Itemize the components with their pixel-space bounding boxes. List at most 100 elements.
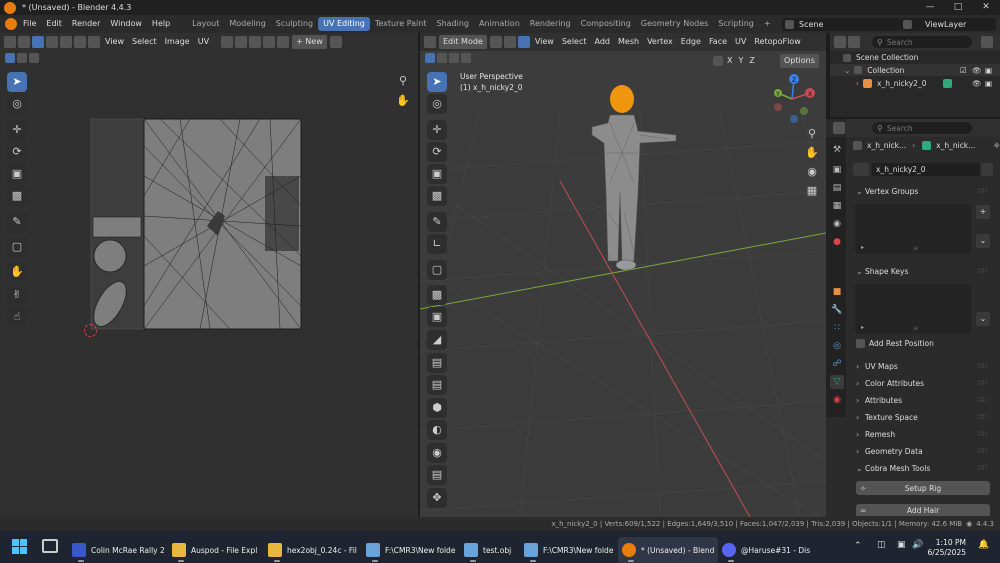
zoom-icon[interactable]: ⚲ xyxy=(393,71,413,91)
tray-chevron-icon[interactable]: ⌃ xyxy=(854,541,862,551)
menu-file[interactable]: File xyxy=(18,15,41,33)
taskbar-app-notepad-1[interactable]: F:\CMR3\New folde xyxy=(362,537,459,563)
object-row[interactable]: › x_h_nicky2_0 👁 ▣ xyxy=(830,77,1000,89)
mesh-data-icon[interactable] xyxy=(943,78,952,88)
tab-compositing[interactable]: Compositing xyxy=(576,17,636,31)
axis-y-toggle[interactable]: Y xyxy=(735,54,746,68)
vp-move-tool[interactable]: ✛ xyxy=(427,120,447,140)
pinch-tool[interactable]: ☝ xyxy=(7,307,27,327)
relax-tool[interactable]: ✌ xyxy=(7,285,27,305)
vp-vertex-mode-icon[interactable] xyxy=(425,53,435,63)
menu-help[interactable]: Help xyxy=(147,15,175,33)
vp-zoom-icon[interactable]: ⚲ xyxy=(802,124,822,144)
snap-icon[interactable] xyxy=(235,36,248,48)
attributes-grip-icon[interactable]: ∷∷ xyxy=(978,396,987,404)
blender-menu-icon[interactable] xyxy=(5,18,17,30)
cursor-tool[interactable]: ◎ xyxy=(7,94,27,114)
remesh-panel-header[interactable]: › Remesh ∷∷ xyxy=(852,426,992,442)
add-workspace-button[interactable]: + xyxy=(759,17,776,31)
viewport-editor-type-icon[interactable] xyxy=(424,36,436,48)
vp-scale-tool[interactable]: ▣ xyxy=(427,164,447,184)
task-view-icon[interactable] xyxy=(42,539,58,553)
vp-rotate-tool[interactable]: ⟳ xyxy=(427,142,447,162)
tab-layout[interactable]: Layout xyxy=(187,17,224,31)
outliner-search-field[interactable]: ⚲ Search xyxy=(872,36,972,48)
usb-icon[interactable]: ◫ xyxy=(877,540,886,550)
uv-edge-mode-icon[interactable] xyxy=(17,53,27,63)
minimize-icon[interactable]: — xyxy=(916,0,944,15)
setup-rig-button[interactable]: ✧ Setup Rig xyxy=(856,481,990,495)
tab-texture-paint[interactable]: Texture Paint xyxy=(370,17,432,31)
uv-editor-canvas[interactable]: ➤ ◎ ✛ ⟳ ▣ ▩ ✎ ▢ ✋ ✌ ☝ ⚲ ✋ xyxy=(0,51,418,517)
properties-search-field[interactable]: ⚲ Search xyxy=(872,122,972,134)
uv-menu-image[interactable]: Image xyxy=(161,35,194,49)
modifiers-tab-icon[interactable]: 🔧 xyxy=(830,303,844,317)
fake-user-icon[interactable] xyxy=(981,163,993,176)
vp-menu-uv[interactable]: UV xyxy=(731,35,750,49)
uv-maps-grip-icon[interactable]: ∷∷ xyxy=(978,362,987,370)
vp-extra-mode-icon[interactable] xyxy=(461,53,471,63)
shape-keys-expand-icon[interactable]: ▸ xyxy=(861,324,864,331)
vp-menu-add[interactable]: Add xyxy=(591,35,615,49)
proportional-icon[interactable] xyxy=(249,36,262,48)
face-select-mode-icon[interactable] xyxy=(517,36,530,48)
menu-edit[interactable]: Edit xyxy=(41,15,67,33)
image-browse-icon[interactable] xyxy=(277,36,290,48)
constraints-tab-icon[interactable]: ☍ xyxy=(830,357,844,371)
shape-keys-grip-icon[interactable]: ∷∷ xyxy=(978,267,987,275)
taskbar-app-discord[interactable]: @Haruse#31 - Dis xyxy=(718,537,814,563)
properties-editor-type-icon[interactable] xyxy=(833,122,845,134)
rip-tool[interactable]: ▢ xyxy=(7,237,27,257)
geometry-data-panel-header[interactable]: › Geometry Data ∷∷ xyxy=(852,443,992,459)
shape-keys-resize-icon[interactable]: ≡ xyxy=(913,325,918,332)
tab-scripting[interactable]: Scripting xyxy=(713,17,759,31)
vp-menu-view[interactable]: View xyxy=(531,35,558,49)
uv-maps-panel-header[interactable]: › UV Maps ∷∷ xyxy=(852,358,992,374)
mirror-icon[interactable] xyxy=(713,56,723,66)
object-tab-icon[interactable]: ■ xyxy=(830,285,844,299)
scene-collection-row[interactable]: Scene Collection xyxy=(842,53,918,62)
spin-tool[interactable]: ◐ xyxy=(427,420,447,440)
material-tab-icon[interactable]: ◉ xyxy=(830,393,844,407)
filter-icon[interactable] xyxy=(981,36,993,48)
tab-animation[interactable]: Animation xyxy=(474,17,525,31)
knife-tool[interactable]: ▤ xyxy=(427,375,447,395)
world-tab-icon[interactable]: ● xyxy=(830,235,844,249)
particles-tab-icon[interactable]: ∷ xyxy=(830,321,844,335)
maximize-icon[interactable]: □ xyxy=(944,0,972,15)
vp-transform-tool[interactable]: ▩ xyxy=(427,186,447,206)
color-attributes-grip-icon[interactable]: ∷∷ xyxy=(978,379,987,387)
collection-row[interactable]: ⌄ Collection ☑ 👁 ▣ xyxy=(830,64,1000,76)
grab-tool[interactable]: ✋ xyxy=(7,262,27,282)
cobra-mesh-tools-panel-header[interactable]: ⌄ Cobra Mesh Tools ∷∷ xyxy=(852,460,992,476)
taskbar-app-cmr2[interactable]: Colin McRae Rally 2 xyxy=(68,537,169,563)
vertex-select-mode-icon[interactable] xyxy=(489,36,502,48)
view-layer-selector[interactable]: ViewLayer xyxy=(900,18,996,31)
vp-menu-mesh[interactable]: Mesh xyxy=(614,35,643,49)
uv-menu-select[interactable]: Select xyxy=(128,35,161,49)
vertex-groups-expand-icon[interactable]: ▸ xyxy=(861,244,864,251)
object-visibility-icon[interactable]: 👁 xyxy=(972,79,982,88)
sync-selection-icon[interactable] xyxy=(18,36,30,48)
speaker-icon[interactable]: 🔊 xyxy=(912,540,923,550)
vp-select-tool[interactable]: ➤ xyxy=(427,72,447,92)
open-image-icon[interactable] xyxy=(329,36,342,48)
geometry-data-grip-icon[interactable]: ∷∷ xyxy=(978,447,987,455)
texture-space-panel-header[interactable]: › Texture Space ∷∷ xyxy=(852,409,992,425)
overlay-icon[interactable] xyxy=(263,36,276,48)
axis-x-toggle[interactable]: X xyxy=(724,54,735,68)
collection-visibility-icon[interactable]: 👁 xyxy=(972,66,982,75)
mesh-name-field[interactable]: x_h_nicky2_0 xyxy=(872,163,980,176)
vp-menu-edge[interactable]: Edge xyxy=(677,35,705,49)
vp-measure-tool[interactable]: ∟ xyxy=(427,234,447,254)
tab-uv-editing[interactable]: UV Editing xyxy=(318,17,370,31)
clock[interactable]: 1:10 PM 6/25/2025 xyxy=(926,538,966,558)
vp-cursor-tool[interactable]: ◎ xyxy=(427,94,447,114)
edge-select-mode-icon[interactable] xyxy=(503,36,516,48)
view-layer-tab-icon[interactable]: ▦ xyxy=(830,199,844,213)
shape-key-specials-icon[interactable]: ⌄ xyxy=(976,312,990,326)
pin-icon[interactable]: ❖ xyxy=(993,141,1000,150)
vp-pan-icon[interactable]: ✋ xyxy=(802,143,822,163)
loop-cut-tool[interactable]: ▤ xyxy=(427,353,447,373)
scene-selector[interactable]: Scene xyxy=(782,18,900,31)
